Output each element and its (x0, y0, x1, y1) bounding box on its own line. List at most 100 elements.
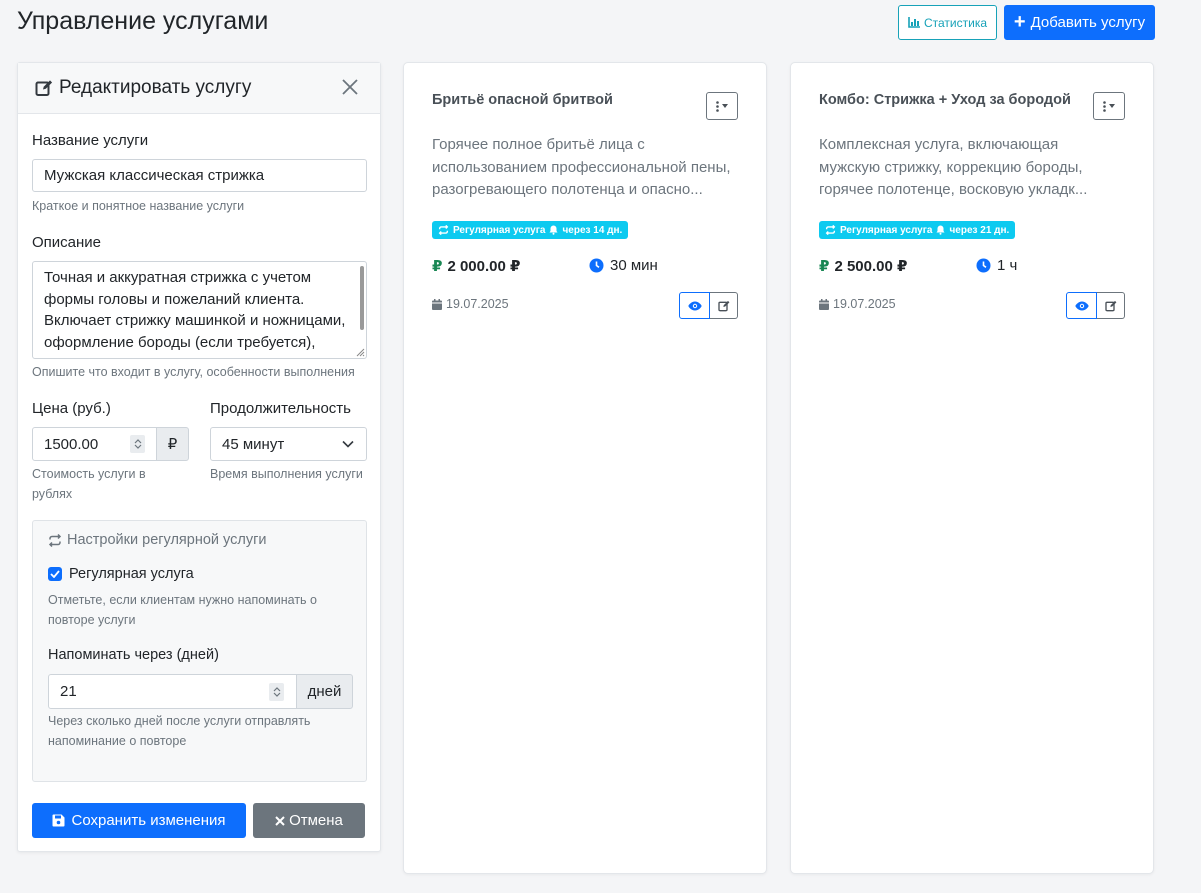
recurring-badge: Регулярная услуга через 14 дн. (432, 221, 629, 239)
service-actions (679, 292, 738, 319)
recurring-badge-label: Регулярная услуга (453, 224, 546, 236)
edit-icon (1104, 300, 1116, 311)
close-icon[interactable] (340, 77, 360, 97)
save-changes-label: Сохранить изменения (71, 812, 226, 829)
ruble-icon: ₽ (432, 258, 443, 275)
service-card: Комбо: Стрижка + Уход за бородой Комплек… (790, 62, 1154, 874)
edit-button[interactable] (1097, 292, 1125, 319)
kebab-menu-icon (1103, 100, 1106, 112)
service-date: 19.07.2025 (819, 297, 896, 311)
service-duration: 1 ч (976, 257, 1017, 274)
recurring-badge: Регулярная услуга через 21 дн. (819, 221, 1016, 239)
kebab-menu-icon (716, 100, 719, 112)
add-service-button[interactable]: + Добавить услугу (1004, 5, 1155, 40)
recurring-title-label: Настройки регулярной услуги (67, 532, 267, 548)
recurring-checkbox[interactable] (48, 567, 62, 581)
repeat-icon (825, 225, 836, 235)
service-price: ₽ 2 500.00 ₽ (819, 257, 907, 275)
name-label: Название услуги (32, 132, 149, 149)
description-textarea[interactable]: Точная и аккуратная стрижка с учетом фор… (32, 261, 367, 359)
add-service-label: Добавить услугу (1030, 14, 1146, 31)
textarea-scrollbar[interactable] (360, 266, 364, 330)
duration-select-value: 45 минут (222, 435, 285, 453)
price-spinner-icon[interactable] (130, 435, 145, 453)
service-date: 19.07.2025 (432, 297, 509, 311)
cancel-label: Отмена (289, 812, 343, 829)
service-price: ₽ 2 000.00 ₽ (432, 257, 520, 275)
service-actions (1066, 292, 1125, 319)
service-menu-button[interactable] (1093, 92, 1125, 120)
calendar-icon (819, 298, 829, 310)
description-value: Точная и аккуратная стрижка с учетом фор… (44, 269, 346, 351)
ruble-addon: ₽ (156, 427, 189, 461)
statistics-button[interactable]: Статистика (898, 5, 997, 40)
service-duration: 30 мин (589, 257, 658, 274)
ruble-icon: ₽ (819, 258, 830, 275)
service-date-value: 19.07.2025 (446, 297, 509, 311)
calendar-icon (432, 298, 442, 310)
price-input-value: 1500.00 (44, 435, 99, 453)
recurring-badge-label: Регулярная услуга (840, 224, 933, 236)
clock-icon (589, 258, 604, 273)
clock-icon (976, 258, 991, 273)
duration-label: Продолжительность (210, 400, 351, 417)
remind-days-input[interactable]: 21 (48, 674, 297, 709)
duration-select[interactable]: 45 минут (210, 427, 367, 461)
close-icon (275, 815, 285, 826)
service-description: Горячее полное бритьё лица с использован… (432, 136, 731, 198)
floppy-disk-icon (52, 814, 65, 827)
view-button[interactable] (679, 292, 710, 319)
service-duration-value: 30 мин (610, 257, 658, 274)
edit-icon (717, 300, 729, 311)
plus-icon: + (1013, 10, 1026, 33)
repeat-icon (438, 225, 449, 235)
description-hint: Опишите что входит в услугу, особенности… (32, 365, 355, 379)
service-duration-value: 1 ч (997, 257, 1018, 274)
eye-icon (1074, 301, 1089, 310)
resize-handle-icon[interactable] (355, 347, 365, 357)
check-icon (50, 570, 60, 578)
bell-icon (936, 225, 945, 235)
service-card: Бритьё опасной бритвой Горячее полное бр… (403, 62, 767, 874)
remind-badge-label: через 14 дн. (562, 224, 623, 236)
view-button[interactable] (1066, 292, 1097, 319)
edit-panel-title: Редактировать услугу (59, 77, 252, 98)
repeat-icon (48, 533, 62, 547)
edit-button[interactable] (710, 292, 738, 319)
remind-days-label: Напоминать через (дней) (48, 647, 219, 663)
description-label: Описание (32, 234, 102, 251)
name-input[interactable]: Мужская классическая стрижка (32, 159, 367, 192)
name-input-value: Мужская классическая стрижка (44, 167, 265, 184)
remind-badge-label: через 21 дн. (949, 224, 1010, 236)
days-addon: дней (296, 674, 353, 709)
service-title: Бритьё опасной бритвой (432, 92, 613, 108)
caret-down-icon (1109, 104, 1115, 108)
duration-hint: Время выполнения услуги (210, 467, 363, 481)
eye-icon (687, 301, 702, 310)
remind-days-value: 21 (60, 683, 77, 700)
remind-days-hint: Через сколько дней после услуги отправля… (48, 714, 311, 748)
service-description: Комплексная услуга, включающая мужскую с… (819, 136, 1088, 198)
save-changes-button[interactable]: Сохранить изменения (32, 803, 246, 838)
cancel-button[interactable]: Отмена (253, 803, 365, 838)
remind-spinner-icon[interactable] (269, 683, 284, 701)
chevron-down-icon (342, 440, 354, 448)
service-price-value: 2 000.00 ₽ (447, 258, 521, 275)
page-title: Управление услугами (17, 7, 269, 35)
recurring-checkbox-label[interactable]: Регулярная услуга (69, 566, 194, 582)
service-price-value: 2 500.00 ₽ (834, 258, 908, 275)
caret-down-icon (722, 104, 728, 108)
recurring-settings-box: Настройки регулярной услуги Регулярная у… (32, 520, 367, 782)
service-menu-button[interactable] (706, 92, 738, 120)
recurring-checkbox-hint: Отметьте, если клиентам нужно напоминать… (48, 593, 317, 627)
statistics-label: Статистика (923, 15, 988, 30)
chart-icon (908, 17, 920, 28)
edit-icon (35, 80, 53, 96)
service-date-value: 19.07.2025 (833, 297, 896, 311)
edit-panel-header: Редактировать услугу (18, 63, 380, 114)
price-input[interactable]: 1500.00 (32, 427, 157, 461)
edit-service-panel: Редактировать услугу Название услуги Муж… (17, 62, 381, 852)
name-hint: Краткое и понятное название услуги (32, 199, 245, 213)
price-label: Цена (руб.) (32, 400, 111, 417)
bell-icon (549, 225, 558, 235)
